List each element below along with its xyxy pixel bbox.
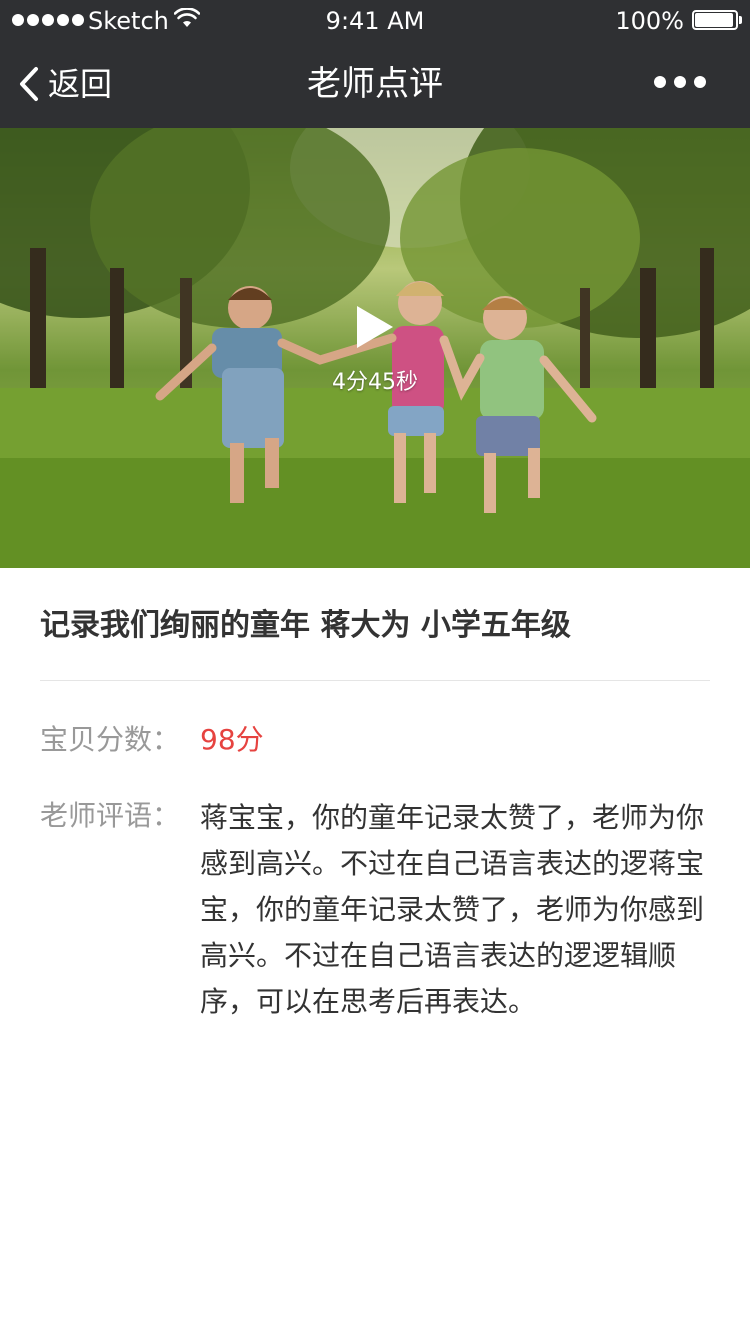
play-icon <box>357 306 393 348</box>
play-control[interactable]: 4分45秒 <box>318 298 432 396</box>
header: Sketch 9:41 AM 100% 老师点评 返回 <box>0 0 750 128</box>
review-content: 记录我们绚丽的童年 蒋大为 小学五年级 宝贝分数： 98分 老师评语： 蒋宝宝，… <box>40 568 710 1025</box>
back-button[interactable]: 返回 <box>18 62 112 106</box>
back-label: 返回 <box>48 65 113 103</box>
more-dot-icon <box>674 76 686 88</box>
nav-bar: 老师点评 返回 <box>0 40 750 128</box>
comment-row: 老师评语： 蒋宝宝，你的童年记录太赞了，老师为你感到高兴。不过在自己语言表达的逻… <box>40 795 710 1025</box>
more-dot-icon <box>654 76 666 88</box>
more-dot-icon <box>694 76 706 88</box>
teacher-comment: 蒋宝宝，你的童年记录太赞了，老师为你感到高兴。不过在自己语言表达的逻蒋宝宝，你的… <box>200 801 705 1018</box>
score-label: 宝贝分数： <box>40 723 181 756</box>
page-title: 老师点评 <box>307 64 443 104</box>
record-title: 记录我们绚丽的童年 蒋大为 小学五年级 <box>40 608 571 643</box>
score-value: 98分 <box>200 723 264 756</box>
chevron-left-icon <box>20 67 38 101</box>
score-row: 宝贝分数： 98分 <box>40 719 710 761</box>
page: Sketch 9:41 AM 100% 老师点评 返回 4分45秒 记录我们绚丽… <box>0 0 750 1334</box>
status-bar: Sketch 9:41 AM 100% <box>0 0 750 40</box>
comment-label: 老师评语： <box>40 799 181 832</box>
battery-percent: 100% <box>615 7 684 35</box>
video-player[interactable]: 4分45秒 <box>0 128 750 568</box>
more-options-button[interactable] <box>654 76 706 88</box>
battery-icon <box>692 10 742 30</box>
divider <box>40 680 710 681</box>
video-duration: 4分45秒 <box>332 370 418 395</box>
